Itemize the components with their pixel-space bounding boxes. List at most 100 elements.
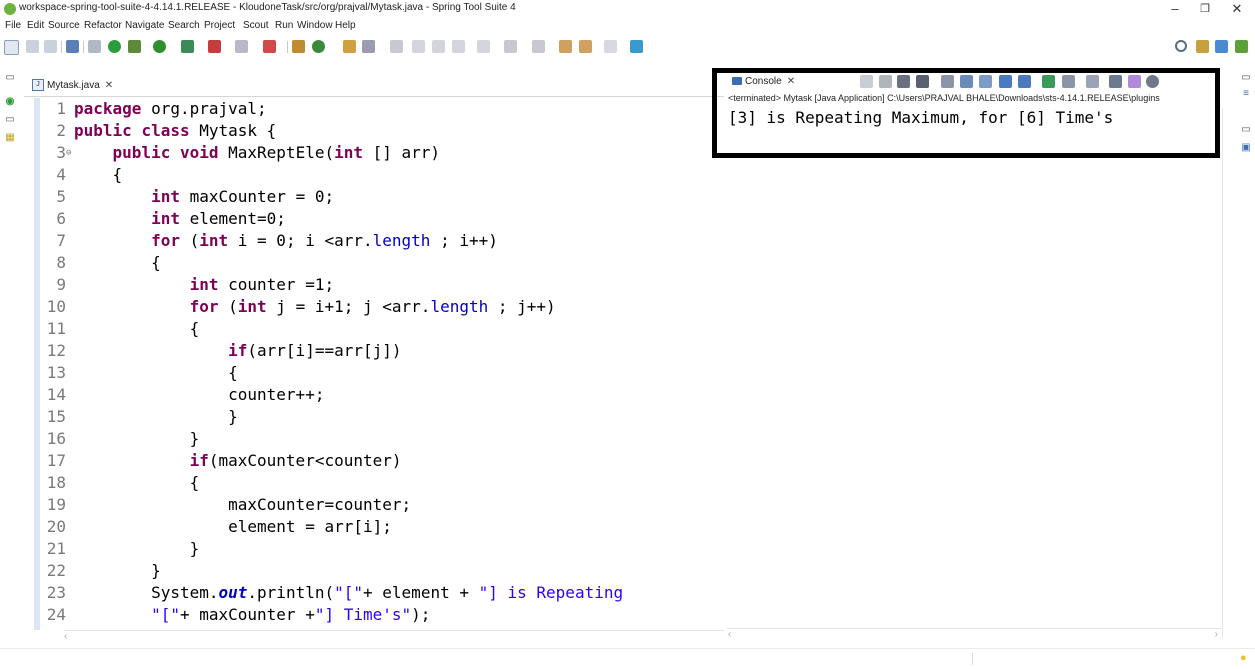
menu-navigate[interactable]: Navigate [125, 20, 164, 31]
fold-icon[interactable]: ⊖ [66, 142, 71, 164]
new-server-icon[interactable] [263, 40, 276, 53]
menu-help[interactable]: Help [335, 20, 356, 31]
block-selection-icon[interactable] [432, 40, 445, 53]
terminal-icon[interactable] [66, 40, 79, 53]
menu-file[interactable]: File [5, 20, 21, 31]
line-text: public void MaxReptEle(int [] arr) [112, 143, 441, 162]
menu-source[interactable]: Source [48, 20, 80, 31]
toggle-breadcrumb-icon[interactable] [412, 40, 425, 53]
spring-perspective-icon[interactable] [1235, 40, 1248, 53]
debug-icon[interactable] [128, 40, 141, 53]
restore-icon[interactable]: ▭ [1240, 72, 1252, 84]
left-trim-stack: ▭ ◉ ▭ ▦ [0, 68, 22, 668]
console-icon[interactable]: ▣ [1240, 142, 1252, 154]
line-text: if(maxCounter<counter) [189, 451, 402, 470]
menu-refactor[interactable]: Refactor [84, 20, 122, 31]
line-number: 23 [46, 583, 66, 602]
line-text: for (int j = i+1; j <arr.length ; j++) [189, 297, 556, 316]
editor-tab-bar: J Mytask.java ✕ [24, 76, 724, 97]
menu-scout[interactable]: Scout [243, 20, 269, 31]
line-text: package org.prajval; [74, 99, 267, 118]
code-line: 10 for (int j = i+1; j <arr.length ; j++… [24, 296, 724, 318]
line-number: 17 [46, 451, 66, 470]
status-separator [972, 653, 973, 665]
tab-mytask-java[interactable]: J Mytask.java ✕ [26, 76, 120, 96]
restore-icon[interactable]: ▭ [1240, 124, 1252, 136]
run-icon[interactable] [153, 40, 166, 53]
java-perspective-icon[interactable] [1215, 40, 1228, 53]
status-bar: ● [0, 648, 1255, 669]
editor-horizontal-scrollbar[interactable]: ‹ [64, 630, 724, 643]
outline-icon[interactable]: ≡ [1240, 88, 1252, 100]
line-text: { [74, 363, 238, 382]
external-tools-icon[interactable] [235, 40, 248, 53]
line-text: maxCounter=counter; [74, 495, 412, 514]
restore-icon[interactable]: ▭ [4, 72, 16, 84]
code-line: 22 } [24, 560, 724, 582]
code-line: 4 { [24, 164, 724, 186]
code-line: 24 "["+ maxCounter +"] Time's"); [24, 604, 724, 626]
console-horizontal-scrollbar[interactable]: ‹ › [726, 628, 1222, 641]
pin-editor-icon[interactable] [630, 40, 643, 53]
new-java-project-icon[interactable] [292, 40, 305, 53]
last-edit-location-icon[interactable] [559, 40, 572, 53]
close-tab-icon[interactable]: ✕ [105, 80, 113, 91]
scroll-right-icon[interactable]: › [1215, 629, 1218, 640]
profile-icon[interactable] [208, 40, 221, 53]
skip-breakpoints-icon[interactable] [88, 40, 101, 53]
menu-window[interactable]: Window [297, 20, 333, 31]
line-number: 11 [46, 319, 66, 338]
boot-dashboard-icon[interactable] [108, 40, 121, 53]
open-type-icon[interactable] [343, 40, 356, 53]
code-area[interactable]: 1 package org.prajval; 2 public class Myta… [24, 98, 724, 630]
line-number: 18 [46, 473, 66, 492]
search-icon[interactable] [1175, 40, 1187, 52]
menu-project[interactable]: Project [204, 20, 235, 31]
console-vertical-scrollbar[interactable] [1222, 108, 1235, 638]
line-number: 12 [46, 341, 66, 360]
menu-edit[interactable]: Edit [27, 20, 44, 31]
boot-dashboard-icon[interactable]: ◉ [4, 96, 16, 108]
next-annotation-icon[interactable] [504, 40, 517, 53]
open-perspective-icon[interactable] [1196, 40, 1209, 53]
previous-annotation-icon[interactable] [532, 40, 545, 53]
code-line: 11 { [24, 318, 724, 340]
save-all-icon[interactable] [44, 40, 57, 53]
back-icon[interactable] [579, 40, 592, 53]
coverage-icon[interactable] [181, 40, 194, 53]
show-whitespace-icon[interactable] [477, 40, 490, 53]
minimize-button[interactable]: – [1160, 0, 1190, 18]
new-class-icon[interactable] [312, 40, 325, 53]
line-text: "["+ maxCounter +"] Time's"); [151, 605, 431, 624]
code-line: 18 { [24, 472, 724, 494]
menu-run[interactable]: Run [275, 20, 293, 31]
line-number: 4 [56, 165, 66, 184]
code-line: 19 maxCounter=counter; [24, 494, 724, 516]
restore-icon[interactable]: ▭ [4, 114, 16, 126]
search-icon[interactable] [362, 40, 375, 53]
code-line: 5 int maxCounter = 0; [24, 186, 724, 208]
line-text: System.out.println("["+ element + "] is … [74, 583, 624, 602]
word-wrap-icon[interactable] [452, 40, 465, 53]
forward-icon[interactable] [604, 40, 617, 53]
line-text: } [74, 407, 238, 426]
maximize-button[interactable]: ❐ [1190, 0, 1220, 18]
scroll-left-icon[interactable]: ‹ [64, 631, 67, 642]
code-line: 17 if(maxCounter<counter) [24, 450, 724, 472]
code-line: 7 for (int i = 0; i <arr.length ; i++) [24, 230, 724, 252]
save-icon[interactable] [26, 40, 39, 53]
new-icon[interactable] [4, 40, 19, 55]
line-number: 10 [46, 297, 66, 316]
toolbar-separator [61, 41, 62, 53]
line-number: 5 [56, 187, 66, 206]
line-number: 22 [46, 561, 66, 580]
close-button[interactable]: ✕ [1222, 0, 1252, 18]
line-text: public class Mytask { [74, 121, 277, 140]
lightbulb-icon[interactable]: ● [1240, 652, 1250, 664]
menu-search[interactable]: Search [168, 20, 200, 31]
code-line: 12 if(arr[i]==arr[j]) [24, 340, 724, 362]
toggle-mark-occurrences-icon[interactable] [390, 40, 403, 53]
scroll-left-icon[interactable]: ‹ [728, 629, 731, 640]
tab-label: Mytask.java [47, 80, 100, 91]
outline-icon[interactable]: ▦ [4, 132, 16, 144]
